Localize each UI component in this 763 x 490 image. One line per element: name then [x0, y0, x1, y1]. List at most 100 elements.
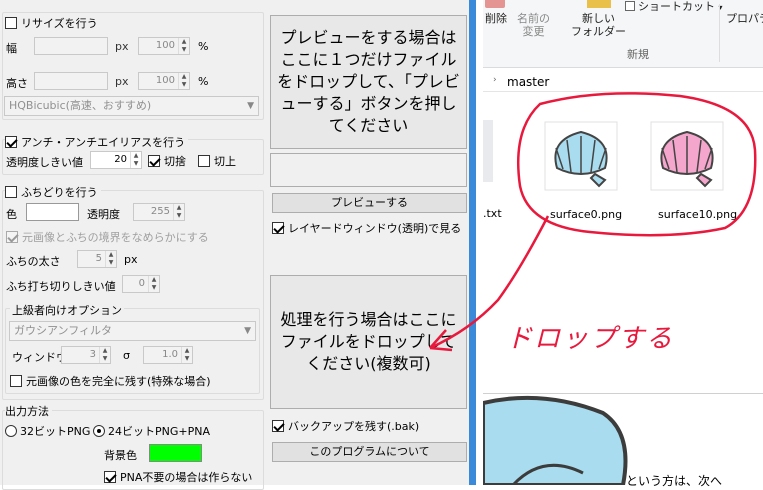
spinner-arrows-icon[interactable]: ▲ ▼: [148, 276, 159, 292]
process-drop-text: 処理を行う場合はここにファイルをドロップしてください(複数可): [280, 310, 457, 373]
pna-label: PNA不要の場合は作らない: [120, 471, 253, 484]
height-px-label: px: [115, 75, 129, 88]
spinner-arrows-icon[interactable]: ▲ ▼: [178, 38, 189, 54]
resize-checkbox-box[interactable]: [5, 17, 17, 29]
spinner-arrows-icon[interactable]: ▲ ▼: [178, 73, 189, 89]
shortcut-icon: [625, 1, 635, 11]
antialias-checkbox-label: アンチ・アンチエイリアスを行う: [21, 136, 186, 149]
smooth-border-checkbox-box[interactable]: [6, 231, 18, 243]
antialias-checkbox-box[interactable]: [5, 136, 17, 148]
width-percent-spinner[interactable]: 100 ▲ ▼: [138, 37, 190, 55]
large-shell-image: [483, 395, 628, 485]
window-value: 3: [89, 349, 96, 360]
filter-select[interactable]: ガウシアンフィルタ ▼: [9, 321, 256, 341]
process-drop-area[interactable]: 処理を行う場合はここにファイルをドロップしてください(複数可): [270, 275, 467, 409]
file-item-surface10[interactable]: surface10.png: [649, 118, 739, 223]
truncate-checkbox-box[interactable]: [148, 155, 160, 167]
spinner-arrows-icon[interactable]: ▲ ▼: [105, 251, 116, 267]
output-24bit-radio[interactable]: 24ビットPNG+PNA: [93, 423, 210, 439]
new-folder-icon: [587, 0, 611, 8]
height-input[interactable]: [34, 72, 108, 90]
rename-button[interactable]: 名前の 変更: [517, 12, 550, 38]
roundup-checkbox-box[interactable]: [198, 155, 210, 167]
partial-file-label: .txt: [483, 207, 502, 220]
resize-algorithm-value: HQBicubic(高速、おすすめ): [9, 99, 152, 112]
path-segment[interactable]: master: [507, 75, 549, 89]
outline-checkbox-box[interactable]: [5, 186, 17, 198]
spinner-arrows-icon[interactable]: ▲ ▼: [99, 347, 110, 363]
about-button[interactable]: このプログラムについて: [272, 442, 467, 462]
output-32bit-radio[interactable]: 32ビットPNG: [5, 423, 90, 439]
cut-threshold-label: ふち打ち切りしきい値: [6, 280, 116, 293]
ribbon-group-new-label: 新規: [627, 48, 649, 61]
pna-checkbox[interactable]: PNA不要の場合は作らない: [104, 469, 252, 485]
radio-32bit[interactable]: [5, 425, 17, 437]
preview-drop-area[interactable]: プレビューをする場合はここに１つだけファイルをドロップして、「プレビューする」ボ…: [270, 15, 467, 149]
keep-color-checkbox[interactable]: 元画像の色を完全に残す(特殊な場合): [10, 373, 211, 389]
delete-button[interactable]: 削除: [485, 12, 507, 25]
width-percent-label: %: [198, 40, 209, 53]
roundup-checkbox[interactable]: 切上: [198, 153, 236, 169]
advanced-title: 上級者向けオプション: [10, 302, 124, 318]
document-text: という方は、次へ: [626, 474, 723, 488]
keep-color-label: 元画像の色を完全に残す(特殊な場合): [26, 375, 211, 388]
layered-window-checkbox[interactable]: レイヤードウィンドウ(透明)で見る: [272, 220, 461, 236]
roundup-label: 切上: [214, 155, 236, 168]
new-folder-button[interactable]: 新しい フォルダー: [571, 12, 626, 38]
bg-color-swatch[interactable]: [149, 444, 202, 462]
cut-threshold-spinner[interactable]: 0 ▲ ▼: [122, 275, 160, 293]
shell-image-icon: [650, 121, 724, 191]
truncate-checkbox[interactable]: 切捨: [148, 153, 186, 169]
height-percent-label: %: [198, 75, 209, 88]
height-percent-spinner[interactable]: 100 ▲ ▼: [138, 72, 190, 90]
width-input[interactable]: [34, 37, 108, 55]
resize-checkbox[interactable]: リサイズを行う: [5, 15, 101, 31]
output-title: 出力方法: [5, 403, 52, 419]
spinner-arrows-icon[interactable]: ▲ ▼: [173, 204, 184, 220]
shortcut-button[interactable]: ショートカット ▾: [638, 0, 723, 14]
layered-window-checkbox-box[interactable]: [272, 222, 284, 234]
ribbon-divider: [719, 4, 720, 62]
annotation-text: ドロップする: [506, 324, 675, 354]
preview-drop-text: プレビューをする場合はここに１つだけファイルをドロップして、「プレビューする」ボ…: [277, 28, 460, 135]
output-24bit-label: 24ビットPNG+PNA: [108, 425, 210, 438]
threshold-label: 透明度しきい値: [6, 156, 83, 169]
thickness-px-label: px: [124, 253, 138, 266]
preview-filename-field: [270, 153, 467, 187]
window-spinner[interactable]: 3 ▲ ▼: [61, 346, 111, 364]
window-label: ウィンドウ: [12, 351, 67, 364]
delete-icon[interactable]: [485, 0, 505, 8]
file-name: surface0.png: [550, 208, 623, 221]
keep-color-checkbox-box[interactable]: [10, 375, 22, 387]
backup-checkbox[interactable]: バックアップを残す(.bak): [272, 418, 419, 434]
backup-checkbox-box[interactable]: [272, 420, 284, 432]
pna-checkbox-box[interactable]: [104, 471, 116, 483]
thickness-spinner[interactable]: 5 ▲ ▼: [77, 250, 117, 268]
preview-button[interactable]: プレビューする: [272, 193, 467, 213]
threshold-spinner[interactable]: 20 ▲ ▼: [90, 151, 142, 169]
cut-threshold-value: 0: [138, 278, 145, 289]
sigma-spinner[interactable]: 1.0 ▲ ▼: [143, 346, 193, 364]
address-bar[interactable]: › master: [483, 72, 763, 92]
sigma-value: 1.0: [162, 349, 178, 360]
smooth-border-checkbox[interactable]: 元画像とふちの境界をなめらかにする: [6, 229, 209, 245]
outline-checkbox-label: ふちどりを行う: [21, 186, 98, 199]
chevron-down-icon: ▼: [247, 101, 254, 111]
resize-algorithm-select[interactable]: HQBicubic(高速、おすすめ) ▼: [4, 96, 259, 116]
properties-button[interactable]: プロパティ: [726, 12, 763, 25]
file-item-surface0[interactable]: surface0.png: [539, 118, 623, 223]
height-label: 高さ: [6, 77, 28, 90]
width-px-label: px: [115, 40, 129, 53]
outline-color-swatch[interactable]: [26, 203, 79, 221]
spinner-arrows-icon[interactable]: ▲ ▼: [130, 152, 141, 168]
outline-alpha-spinner[interactable]: 255 ▲ ▼: [133, 203, 185, 221]
spinner-arrows-icon[interactable]: ▲ ▼: [181, 347, 192, 363]
sigma-label: σ: [123, 349, 130, 362]
radio-24bit[interactable]: [93, 425, 105, 437]
new-folder-label: 新しい フォルダー: [571, 12, 626, 38]
bg-color-label: 背景色: [104, 449, 137, 462]
width-percent-value: 100: [155, 40, 175, 51]
antialias-checkbox[interactable]: アンチ・アンチエイリアスを行う: [5, 134, 189, 150]
outline-checkbox[interactable]: ふちどりを行う: [5, 184, 101, 200]
threshold-value: 20: [114, 154, 127, 165]
